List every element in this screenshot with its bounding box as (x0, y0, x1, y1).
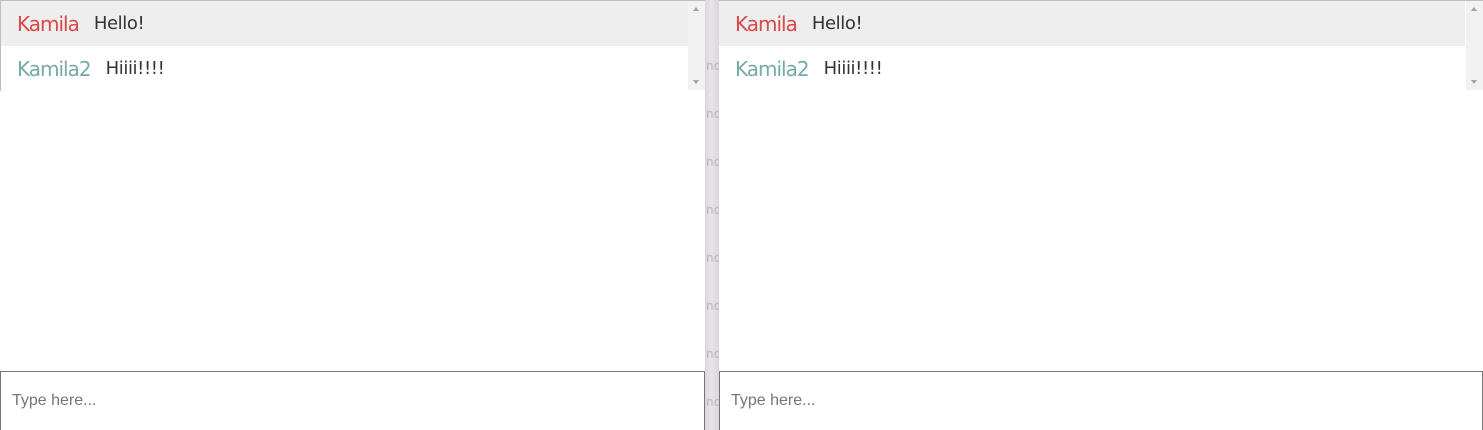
divider-text: no (706, 299, 719, 313)
divider-text: no (706, 347, 719, 361)
message-row: Kamila Hello! (1, 1, 688, 46)
message-list[interactable]: Kamila Hello! Kamila2 Hiiii!!!! (719, 0, 1483, 91)
divider-text: no (706, 251, 719, 265)
divider-text: no (706, 395, 719, 409)
message-text: Hiiii!!!! (105, 58, 165, 79)
message-text: Hiiii!!!! (823, 58, 883, 79)
message-username: Kamila (17, 11, 80, 36)
window-divider: no no no no no no no no (705, 0, 719, 430)
divider-text: no (706, 59, 719, 73)
message-row: Kamila2 Hiiii!!!! (1, 46, 688, 91)
scroll-down-icon[interactable] (1471, 80, 1477, 84)
message-input[interactable] (0, 371, 705, 430)
message-list[interactable]: Kamila Hello! Kamila2 Hiiii!!!! (0, 0, 705, 91)
message-list-scrollbar[interactable] (1466, 1, 1483, 90)
page: Kamila Hello! Kamila2 Hiiii!!!! no no no… (0, 0, 1483, 430)
message-text: Hello! (93, 13, 145, 34)
message-text: Hello! (811, 13, 863, 34)
message-row: Kamila Hello! (719, 1, 1465, 46)
message-username: Kamila (735, 11, 798, 36)
divider-text: no (706, 203, 719, 217)
scroll-up-icon[interactable] (1471, 7, 1477, 11)
chat-window-left: Kamila Hello! Kamila2 Hiiii!!!! (0, 0, 705, 430)
divider-text: no (706, 107, 719, 121)
scroll-down-icon[interactable] (693, 80, 699, 84)
chat-window-right: Kamila Hello! Kamila2 Hiiii!!!! (719, 0, 1483, 430)
message-row: Kamila2 Hiiii!!!! (719, 46, 1465, 91)
message-username: Kamila2 (17, 56, 92, 81)
message-input[interactable] (719, 371, 1483, 430)
message-list-scrollbar[interactable] (688, 1, 705, 90)
message-username: Kamila2 (735, 56, 810, 81)
divider-text: no (706, 155, 719, 169)
scroll-up-icon[interactable] (693, 7, 699, 11)
